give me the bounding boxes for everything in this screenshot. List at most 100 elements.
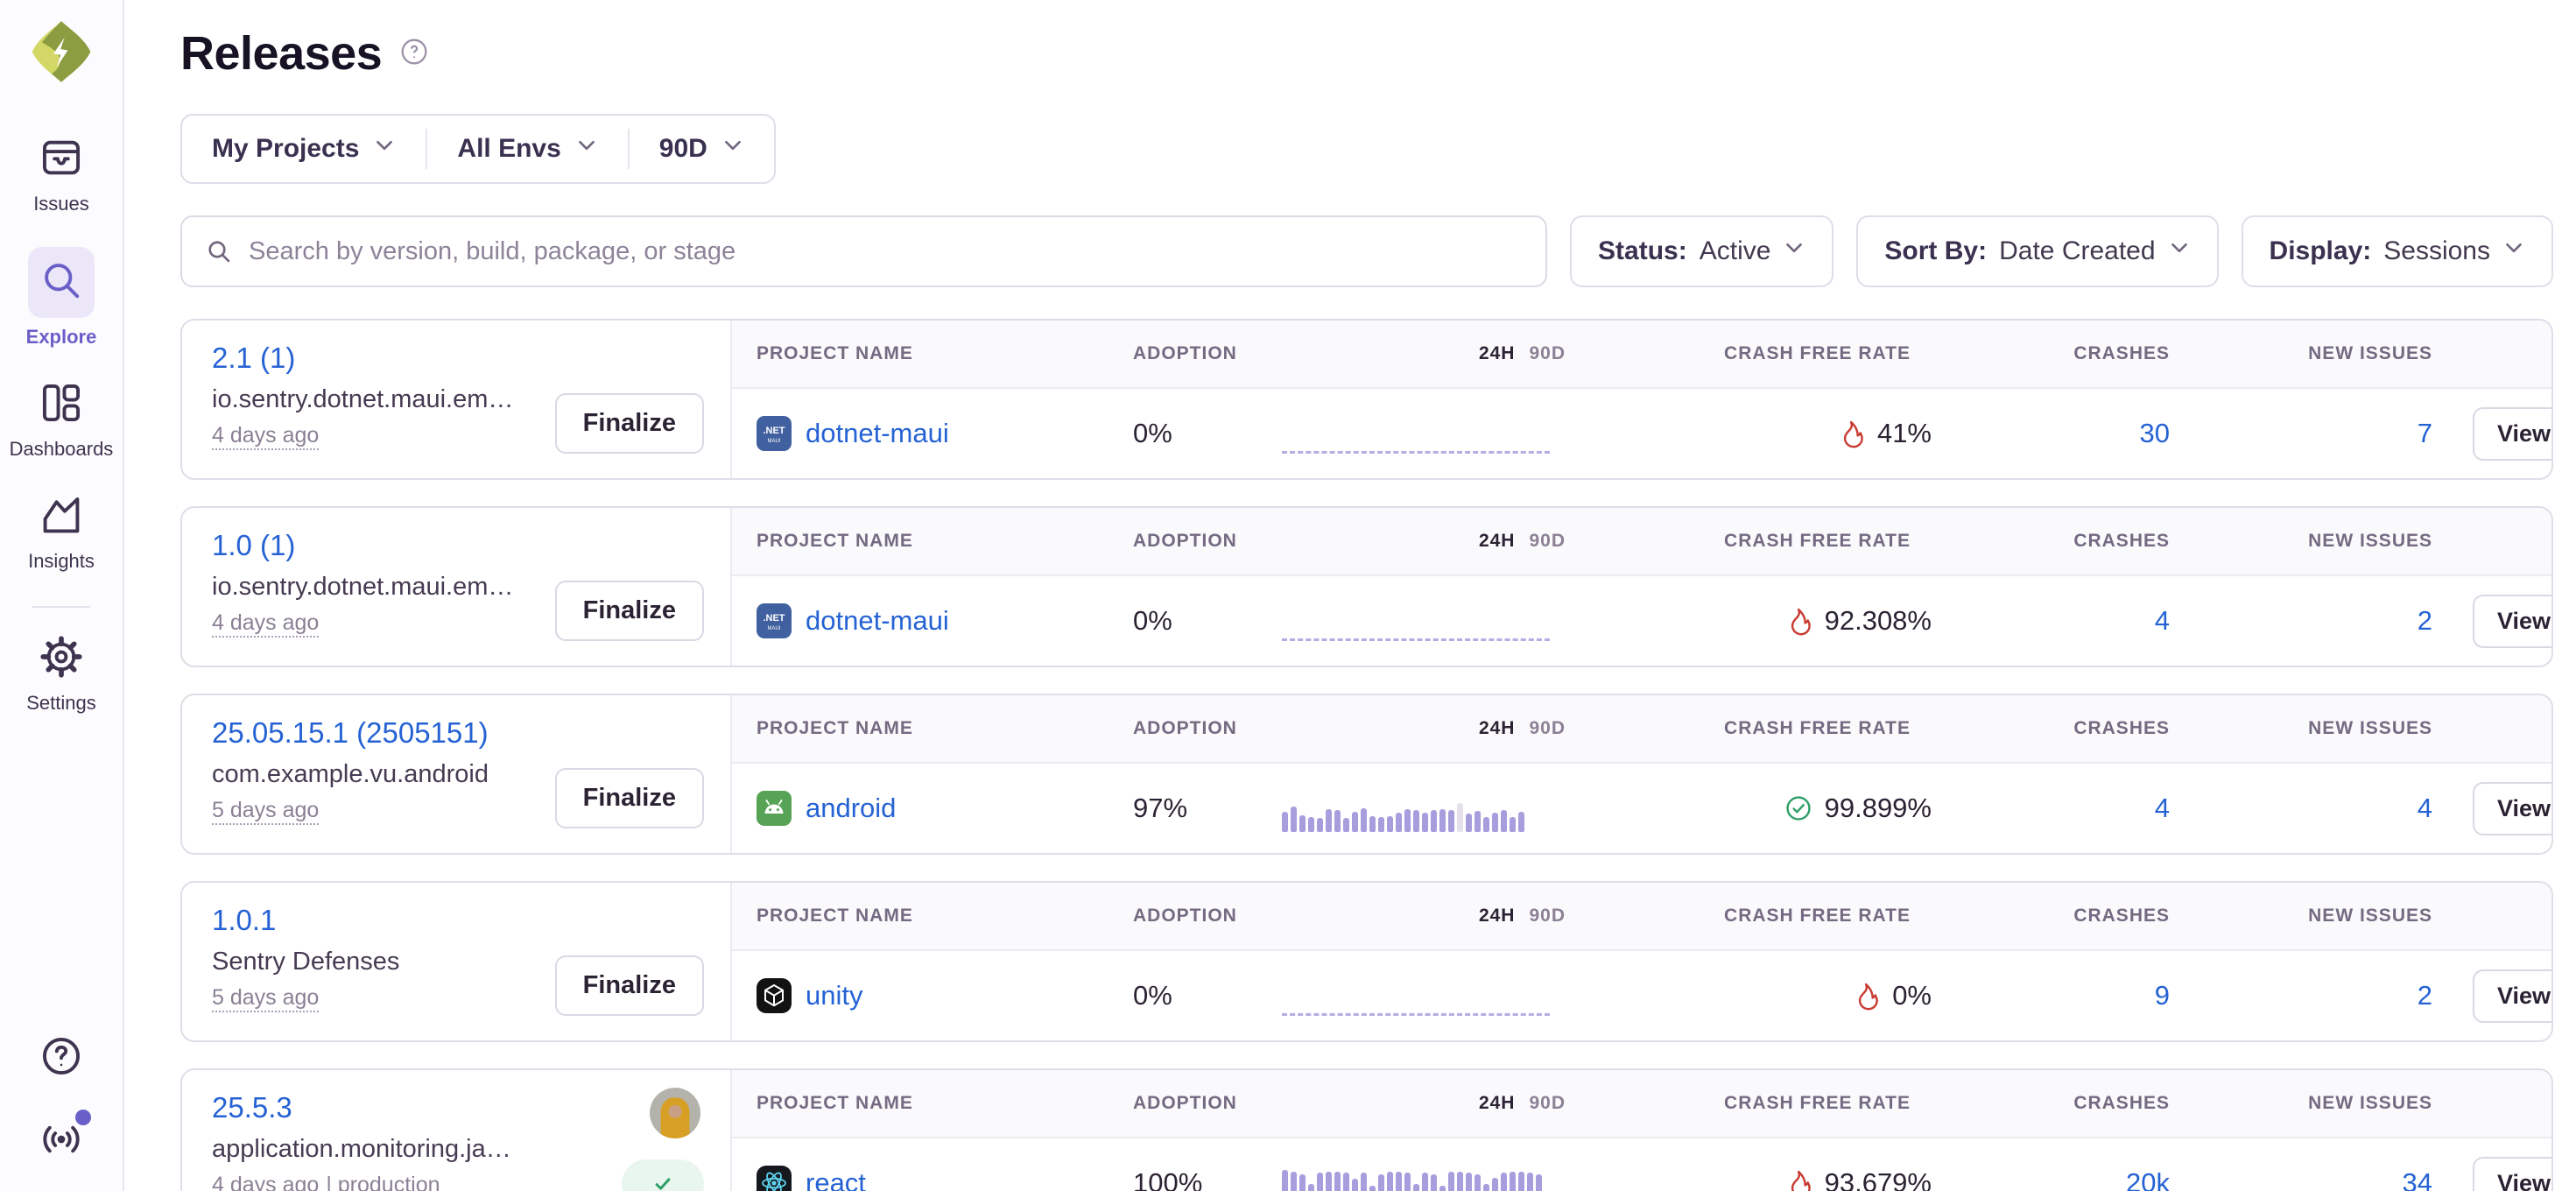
range-90d-toggle[interactable]: 90D <box>1529 906 1566 927</box>
chevron-down-icon <box>2168 236 2191 266</box>
new-issues-link[interactable]: 2 <box>2418 980 2432 1011</box>
release-table: PROJECT NAME ADOPTION 24H 90D CRASH FREE… <box>732 695 2553 853</box>
view-button[interactable]: View <box>2473 969 2553 1023</box>
new-issues-link[interactable]: 7 <box>2418 418 2432 448</box>
range-24h-toggle[interactable]: 24H <box>1479 531 1516 552</box>
crashes-link[interactable]: 20k <box>2126 1167 2170 1191</box>
view-button[interactable]: View <box>2473 782 2553 835</box>
page-filter-bar: My Projects All Envs 90D <box>180 114 776 184</box>
release-card: 25.5.3 application.monitoring.ja… 4 days… <box>182 1070 732 1191</box>
date-range-filter[interactable]: 90D <box>630 129 774 169</box>
project-link[interactable]: unity <box>806 980 862 1011</box>
table-header-row: PROJECT NAME ADOPTION 24H 90D CRASH FREE… <box>732 883 2553 951</box>
sidebar-item-dashboards[interactable]: Dashboards <box>10 380 114 461</box>
range-24h-toggle[interactable]: 24H <box>1479 343 1516 364</box>
range-90d-toggle[interactable]: 90D <box>1529 718 1566 739</box>
range-90d-toggle[interactable]: 90D <box>1529 531 1566 552</box>
android-project-icon <box>757 791 792 826</box>
adoption-value: 0% <box>1133 980 1282 1011</box>
col-adoption: ADOPTION <box>1133 906 1282 927</box>
environment-filter-label: All Envs <box>457 134 560 164</box>
view-button[interactable]: View <box>2473 407 2553 461</box>
release-version-link[interactable]: 25.05.15.1 (2505151) <box>212 716 489 750</box>
release-list: 2.1 (1) io.sentry.dotnet.maui.em… 4 days… <box>180 319 2553 1191</box>
new-issues-link[interactable]: 2 <box>2418 605 2432 636</box>
crashes-link[interactable]: 4 <box>2155 793 2170 823</box>
col-crashes: CRASHES <box>1956 906 2210 927</box>
crash-free-value: 0% <box>1892 980 1932 1011</box>
col-project-name: PROJECT NAME <box>757 718 1133 739</box>
col-adoption: ADOPTION <box>1133 1093 1282 1114</box>
release-table: PROJECT NAME ADOPTION 24H 90D CRASH FREE… <box>732 1070 2553 1191</box>
main-content: Releases My Projects All Envs 90D Status… <box>124 0 2576 1191</box>
broadcast-icon[interactable] <box>39 1117 84 1166</box>
release-panel: 25.5.3 application.monitoring.ja… 4 days… <box>180 1068 2553 1191</box>
col-project-name: PROJECT NAME <box>757 906 1133 927</box>
sidebar-item-explore[interactable]: Explore <box>26 247 97 349</box>
adoption-value: 97% <box>1133 793 1282 824</box>
col-new-issues: NEW ISSUES <box>2210 718 2473 739</box>
sidebar-item-issues[interactable]: Issues <box>33 135 89 215</box>
table-header-row: PROJECT NAME ADOPTION 24H 90D CRASH FREE… <box>732 1070 2553 1138</box>
table-row: android 97% 99.899% 4 4 View <box>732 764 2553 853</box>
crashes-link[interactable]: 4 <box>2155 605 2170 636</box>
status-label: Status: <box>1598 236 1687 266</box>
finalize-button[interactable]: Finalize <box>555 393 704 454</box>
view-button[interactable]: View <box>2473 1157 2553 1191</box>
finalized-check-badge <box>622 1159 704 1191</box>
adoption-sparkline <box>1282 793 1580 832</box>
range-90d-toggle[interactable]: 90D <box>1529 1093 1566 1114</box>
release-table: PROJECT NAME ADOPTION 24H 90D CRASH FREE… <box>732 883 2553 1040</box>
release-version-link[interactable]: 2.1 (1) <box>212 342 295 375</box>
release-version-link[interactable]: 1.0.1 <box>212 904 276 937</box>
release-created-time: 4 days ago <box>212 610 319 635</box>
chevron-down-icon <box>1783 236 1805 266</box>
avatar <box>650 1088 700 1138</box>
range-24h-toggle[interactable]: 24H <box>1479 718 1516 739</box>
chevron-down-icon <box>373 134 396 164</box>
finalize-button[interactable]: Finalize <box>555 768 704 828</box>
sidebar-divider <box>32 606 90 608</box>
release-panel: 25.05.15.1 (2505151) com.example.vu.andr… <box>180 694 2553 855</box>
range-90d-toggle[interactable]: 90D <box>1529 343 1566 364</box>
crashes-link[interactable]: 30 <box>2140 418 2170 448</box>
release-version-link[interactable]: 1.0 (1) <box>212 529 295 562</box>
sidebar-item-settings[interactable]: Settings <box>26 634 96 715</box>
new-issues-link[interactable]: 4 <box>2418 793 2432 823</box>
sidebar-item-label: Issues <box>33 193 89 215</box>
crashes-link[interactable]: 9 <box>2155 980 2170 1011</box>
search-icon <box>28 247 95 318</box>
sidebar-nav: Issues Explore Dashboards Insights <box>10 135 114 746</box>
project-link[interactable]: dotnet-maui <box>806 605 949 637</box>
col-project-name: PROJECT NAME <box>757 1093 1133 1114</box>
search-input[interactable] <box>249 237 1523 266</box>
view-button[interactable]: View <box>2473 595 2553 648</box>
new-issues-link[interactable]: 34 <box>2403 1167 2432 1191</box>
finalize-button[interactable]: Finalize <box>555 955 704 1016</box>
project-link[interactable]: android <box>806 793 896 824</box>
project-link[interactable]: react <box>806 1167 866 1191</box>
adoption-value: 0% <box>1133 605 1282 637</box>
col-project-name: PROJECT NAME <box>757 343 1133 364</box>
adoption-value: 100% <box>1133 1167 1282 1191</box>
page-help-icon[interactable] <box>399 37 429 71</box>
release-version-link[interactable]: 25.5.3 <box>212 1091 292 1124</box>
project-filter[interactable]: My Projects <box>182 129 427 169</box>
release-package: Sentry Defenses <box>212 948 562 976</box>
display-dropdown[interactable]: Display: Sessions <box>2242 215 2553 287</box>
status-value: Active <box>1700 236 1771 266</box>
range-24h-toggle[interactable]: 24H <box>1479 1093 1516 1114</box>
dotnet-maui-project-icon: .NETMAUI <box>757 603 792 638</box>
project-link[interactable]: dotnet-maui <box>806 418 949 449</box>
release-created-time: 5 days ago <box>212 985 319 1010</box>
sidebar-item-insights[interactable]: Insights <box>28 492 95 573</box>
help-icon[interactable] <box>39 1033 84 1083</box>
range-24h-toggle[interactable]: 24H <box>1479 906 1516 927</box>
dotnet-maui-project-icon: .NETMAUI <box>757 416 792 451</box>
crash-free-value: 92.308% <box>1825 605 1932 637</box>
environment-filter[interactable]: All Envs <box>427 129 629 169</box>
sentry-logo[interactable] <box>29 19 94 84</box>
finalize-button[interactable]: Finalize <box>555 581 704 641</box>
status-dropdown[interactable]: Status: Active <box>1570 215 1833 287</box>
sort-by-dropdown[interactable]: Sort By: Date Created <box>1856 215 2218 287</box>
